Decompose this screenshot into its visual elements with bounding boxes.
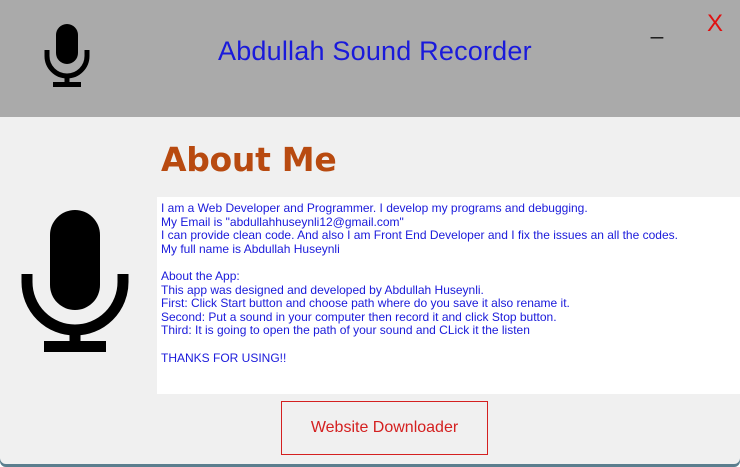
about-line <box>161 338 740 352</box>
about-line: I can provide clean code. And also I am … <box>161 228 678 243</box>
about-text-box[interactable]: I am a Web Developer and Programmer. I d… <box>157 197 740 394</box>
about-heading: About Me <box>161 140 337 179</box>
microphone-icon <box>21 210 129 352</box>
about-line: My full name is Abdullah Huseynli <box>161 241 340 256</box>
close-button[interactable]: X <box>702 10 728 38</box>
about-line: About the App: <box>161 268 240 283</box>
about-line: THANKS FOR USING!! <box>161 350 287 365</box>
about-line: First: Click Start button and choose pat… <box>161 296 570 311</box>
app-title: Abdullah Sound Recorder <box>218 36 532 66</box>
about-line: Third: It is going to open the path of y… <box>161 323 530 338</box>
about-line: Second: Put a sound in your computer the… <box>161 309 557 324</box>
about-line: My Email is "abdullahhuseynli12@gmail.co… <box>161 214 404 229</box>
website-downloader-button[interactable]: Website Downloader <box>281 401 488 455</box>
app-window: Abdullah Sound Recorder _ X About Me I a… <box>0 0 740 467</box>
title-bar[interactable]: Abdullah Sound Recorder _ X <box>0 0 740 117</box>
about-line: I am a Web Developer and Programmer. I d… <box>161 201 588 215</box>
microphone-icon <box>44 24 90 87</box>
minimize-button[interactable]: _ <box>646 16 668 42</box>
about-line <box>161 256 740 270</box>
about-line: This app was designed and developed by A… <box>161 282 484 297</box>
